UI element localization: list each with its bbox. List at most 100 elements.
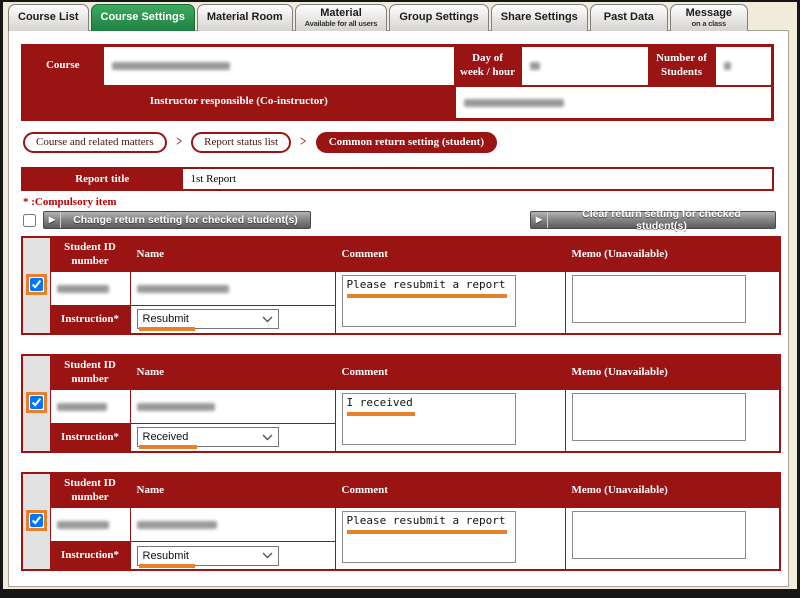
tab-label: Course Settings bbox=[101, 12, 185, 24]
student-id-redacted bbox=[57, 285, 109, 293]
day-of-week-label: Day of week / hour bbox=[455, 46, 521, 86]
name-header: Name bbox=[130, 355, 335, 389]
tab-course-list[interactable]: Course List bbox=[8, 4, 89, 31]
student-row-checkbox[interactable] bbox=[30, 514, 43, 527]
report-title-value: 1st Report bbox=[182, 168, 773, 190]
row-checkbox-cell bbox=[22, 355, 50, 452]
memo-cell bbox=[565, 389, 780, 452]
tab-group-settings[interactable]: Group Settings bbox=[389, 4, 488, 31]
selected-option-label: Received bbox=[143, 431, 189, 443]
course-value-redacted bbox=[112, 62, 230, 70]
memo-cell bbox=[565, 507, 780, 570]
chevron-down-icon bbox=[262, 434, 273, 441]
student-id-header: Student ID number bbox=[50, 237, 130, 271]
chevron-right-icon: > bbox=[176, 134, 182, 151]
breadcrumb-course-related[interactable]: Course and related matters bbox=[23, 132, 167, 153]
instruction-select[interactable]: Received bbox=[137, 427, 279, 447]
compulsory-item-note: * :Compulsory item bbox=[23, 196, 774, 208]
orange-underline-annotation bbox=[139, 445, 197, 449]
chevron-right-icon: > bbox=[300, 134, 306, 151]
report-title-label: Report title bbox=[22, 168, 182, 190]
tab-label: Group Settings bbox=[399, 12, 478, 24]
tab-label: Share Settings bbox=[501, 12, 578, 24]
instruction-select[interactable]: Resubmit bbox=[137, 309, 279, 329]
breadcrumb: Course and related matters > Report stat… bbox=[23, 131, 774, 153]
orange-underline-annotation bbox=[347, 412, 415, 416]
instruction-cell: Resubmit bbox=[130, 305, 335, 334]
memo-header: Memo (Unavailable) bbox=[565, 473, 780, 507]
instruction-header: Instruction* bbox=[50, 541, 130, 570]
tab-course-settings[interactable]: Course Settings bbox=[91, 4, 195, 31]
breadcrumb-common-return-setting: Common return setting (student) bbox=[316, 132, 497, 153]
student-id-value bbox=[50, 271, 130, 305]
student-name-redacted bbox=[137, 285, 229, 293]
selected-option-label: Resubmit bbox=[143, 550, 189, 562]
student-id-value bbox=[50, 389, 130, 423]
select-all-checkbox[interactable] bbox=[23, 214, 36, 227]
tab-label: Course List bbox=[18, 12, 79, 24]
memo-textarea[interactable] bbox=[572, 275, 746, 323]
content-panel: Course Day of week / hour Number of Stud… bbox=[8, 30, 789, 587]
instruction-cell: Resubmit bbox=[130, 541, 335, 570]
play-arrow-icon: ▶ bbox=[531, 212, 548, 228]
memo-cell bbox=[565, 271, 780, 334]
day-value-redacted bbox=[530, 62, 540, 70]
clear-return-setting-button[interactable]: ▶ Clear return setting for checked stude… bbox=[530, 211, 776, 229]
instruction-header: Instruction* bbox=[50, 423, 130, 452]
instructor-value bbox=[455, 86, 773, 120]
student-row-checkbox[interactable] bbox=[30, 396, 43, 409]
student-id-redacted bbox=[57, 403, 107, 411]
memo-header: Memo (Unavailable) bbox=[565, 355, 780, 389]
row-checkbox-cell bbox=[22, 237, 50, 334]
button-label: Clear return setting for checked student… bbox=[548, 208, 775, 232]
report-title-table: Report title 1st Report bbox=[21, 167, 774, 191]
comment-cell: I received bbox=[335, 389, 565, 452]
checkbox-highlight-annotation bbox=[26, 392, 47, 413]
student-row-checkbox[interactable] bbox=[30, 278, 43, 291]
bulk-action-row: ▶ Change return setting for checked stud… bbox=[23, 211, 776, 229]
student-id-header: Student ID number bbox=[50, 355, 130, 389]
course-info-table: Course Day of week / hour Number of Stud… bbox=[21, 44, 774, 121]
name-header: Name bbox=[130, 237, 335, 271]
student-block-1: Student ID number Name Comment Memo (Una… bbox=[21, 236, 781, 335]
student-id-header: Student ID number bbox=[50, 473, 130, 507]
day-of-week-value bbox=[521, 46, 649, 86]
tab-sublabel: on a class bbox=[692, 20, 726, 28]
breadcrumb-report-status-list[interactable]: Report status list bbox=[191, 132, 291, 153]
orange-underline-annotation bbox=[347, 294, 507, 298]
course-label: Course bbox=[23, 46, 103, 86]
memo-header: Memo (Unavailable) bbox=[565, 237, 780, 271]
tab-material-room[interactable]: Material Room bbox=[197, 4, 293, 31]
tab-label: Past Data bbox=[604, 12, 654, 24]
comment-textarea[interactable]: I received bbox=[342, 393, 516, 445]
checkbox-highlight-annotation bbox=[26, 510, 47, 531]
tab-material-all-users[interactable]: MaterialAvailable for all users bbox=[295, 4, 388, 31]
play-arrow-icon: ▶ bbox=[44, 212, 61, 228]
course-value bbox=[103, 46, 455, 86]
memo-textarea[interactable] bbox=[572, 393, 746, 441]
orange-underline-annotation bbox=[139, 564, 195, 568]
comment-header: Comment bbox=[335, 473, 565, 507]
comment-header: Comment bbox=[335, 237, 565, 271]
instruction-select[interactable]: Resubmit bbox=[137, 546, 279, 566]
instruction-header: Instruction* bbox=[50, 305, 130, 334]
student-name-redacted bbox=[137, 521, 217, 529]
tab-bar: Course List Course Settings Material Roo… bbox=[8, 3, 748, 31]
number-of-students-value bbox=[715, 46, 773, 86]
name-header: Name bbox=[130, 473, 335, 507]
comment-textarea[interactable]: Please resubmit a report bbox=[342, 275, 516, 327]
student-name-value bbox=[130, 507, 335, 541]
tab-share-settings[interactable]: Share Settings bbox=[491, 4, 588, 31]
tab-past-data[interactable]: Past Data bbox=[590, 4, 668, 31]
comment-textarea[interactable]: Please resubmit a report bbox=[342, 511, 516, 563]
student-name-redacted bbox=[137, 403, 215, 411]
number-of-students-label: Number of Students bbox=[649, 46, 715, 86]
instruction-cell: Received bbox=[130, 423, 335, 452]
chevron-down-icon bbox=[262, 552, 273, 559]
student-block-2: Student ID number Name Comment Memo (Una… bbox=[21, 354, 781, 453]
tab-message[interactable]: Messageon a class bbox=[670, 4, 748, 31]
change-return-setting-button[interactable]: ▶ Change return setting for checked stud… bbox=[43, 211, 311, 229]
memo-textarea[interactable] bbox=[572, 511, 746, 559]
tab-sublabel: Available for all users bbox=[305, 20, 378, 28]
row-checkbox-cell bbox=[22, 473, 50, 570]
